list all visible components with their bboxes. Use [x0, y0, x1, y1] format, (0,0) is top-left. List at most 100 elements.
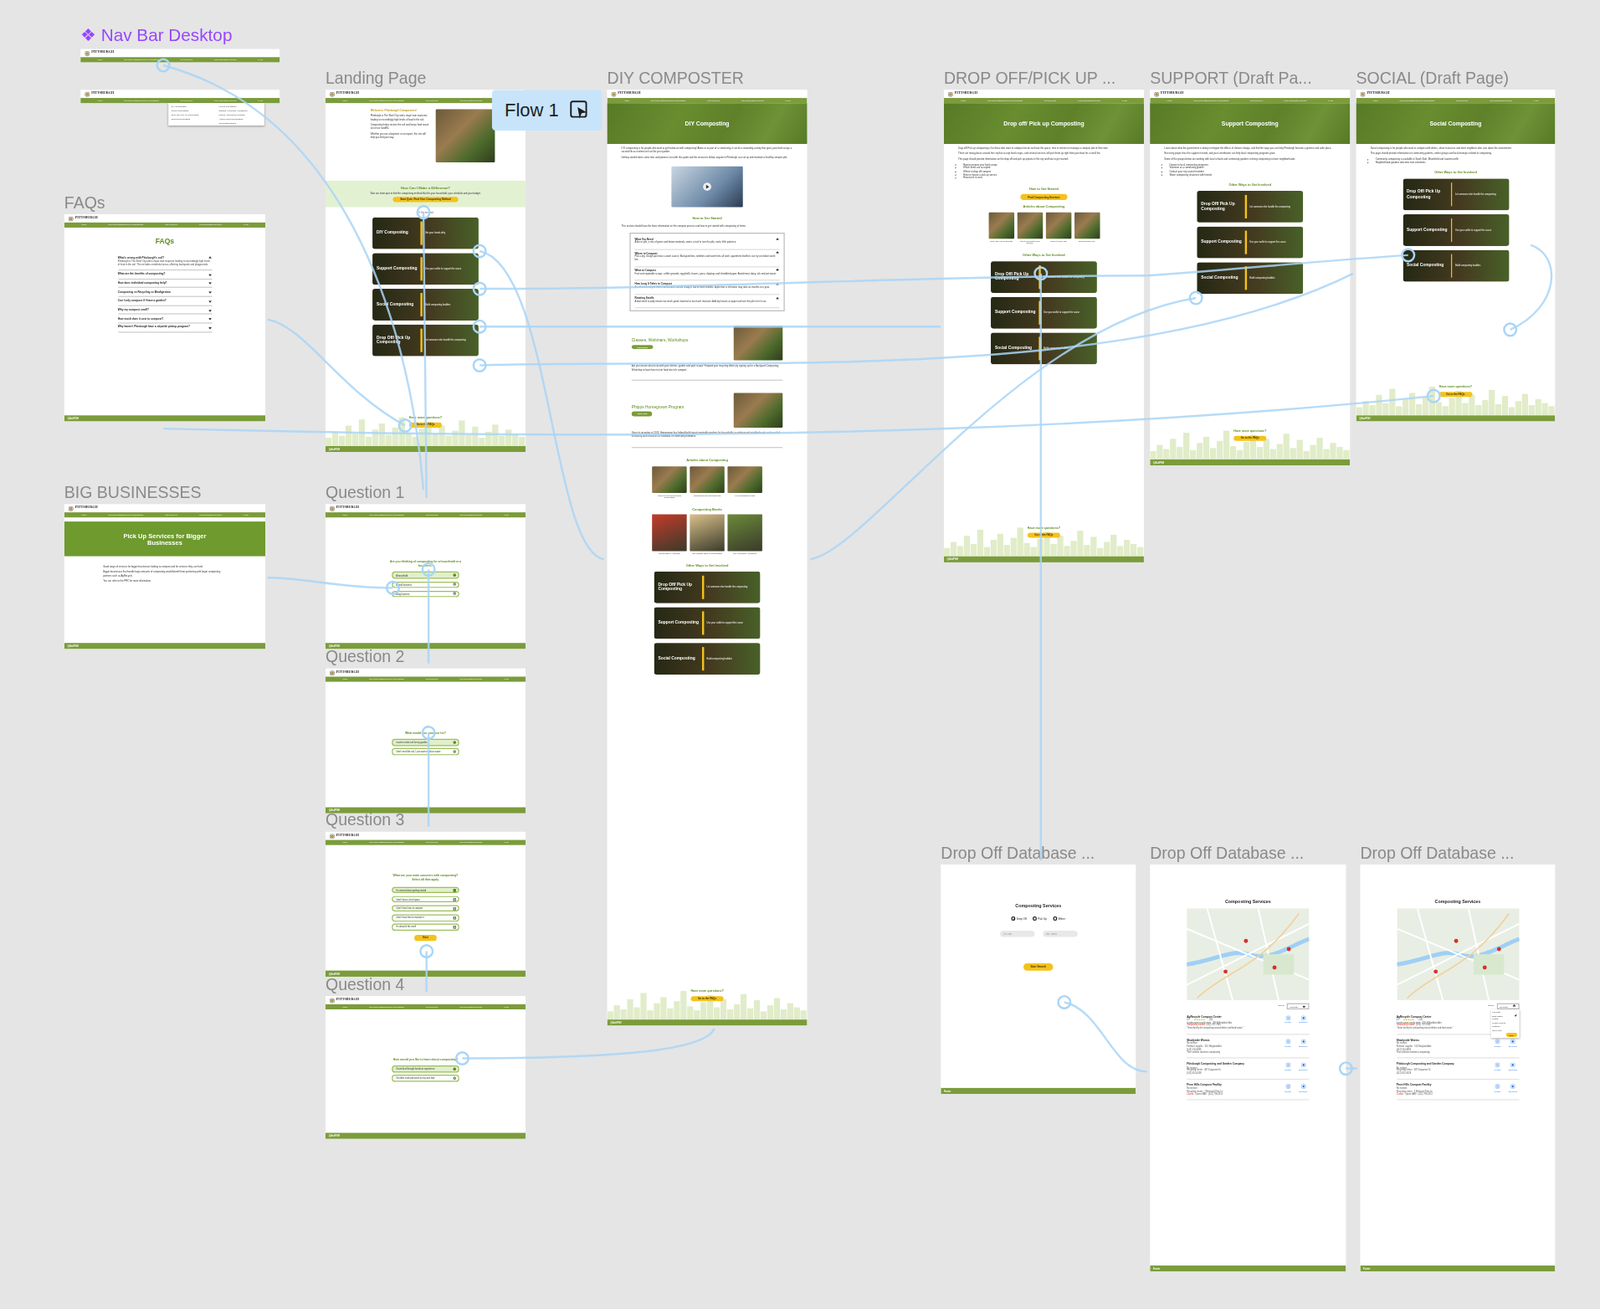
- frame-label[interactable]: Drop Off Database ...: [1359, 843, 1514, 862]
- chevron-icon[interactable]: [208, 299, 211, 303]
- book-item[interactable]: The Sibbald Book of Composting: [689, 514, 724, 555]
- chevron-icon[interactable]: [776, 297, 780, 300]
- involve-card[interactable]: DIY CompostingGet your hands dirty: [372, 217, 479, 250]
- frame[interactable]: PITTSBURGHHomeWhy Does Pittsburgh Need C…: [325, 995, 526, 1139]
- faq-button[interactable]: Go to the FAQs: [1233, 435, 1267, 442]
- radio-button[interactable]: [452, 592, 457, 596]
- frame[interactable]: PITTSBURGHHomeWhy Does Pittsburgh Need C…: [607, 89, 808, 1026]
- nav-link[interactable]: Get Involved ▾: [425, 1005, 439, 1008]
- directions-button[interactable]: Directions: [1297, 1015, 1310, 1024]
- involve-card[interactable]: Drop Off/ Pick Up CompostingLet someone …: [654, 571, 761, 604]
- nav-link[interactable]: Find Composting Services: [1489, 99, 1513, 102]
- nav-link[interactable]: FAQs: [503, 513, 509, 516]
- nav-link[interactable]: Find Composting Services: [1077, 99, 1101, 102]
- nav-link[interactable]: Find Composting Services: [459, 99, 483, 102]
- accordion-item[interactable]: How Long It Takes to CompostA well-balan…: [634, 281, 780, 296]
- frame[interactable]: PITTSBURGHHomeWhy Does Pittsburgh Need C…: [325, 668, 526, 814]
- nav-link[interactable]: Get Involved ▾: [180, 58, 194, 61]
- nav-link[interactable]: Why Does Pittsburgh Need Composting?: [1399, 99, 1435, 102]
- frame[interactable]: PITTSBURGHHomeWhy Does Pittsburgh Need C…: [1356, 89, 1556, 421]
- nav-link[interactable]: Home: [342, 841, 348, 843]
- radio-button[interactable]: [1052, 916, 1057, 920]
- frame-label[interactable]: SUPPORT (Draft Pa...: [1149, 69, 1312, 88]
- nav-link[interactable]: Home: [342, 677, 348, 680]
- answer-option[interactable]: I'm afraid of the smell: [391, 923, 459, 931]
- radio-button[interactable]: [452, 740, 457, 744]
- answer-option[interactable]: I don't need the soil, I just want to re…: [391, 748, 459, 755]
- nav-link[interactable]: Why Does Pittsburgh Need Composting?: [651, 99, 687, 102]
- nav-link[interactable]: Find Composting Services: [1284, 99, 1308, 102]
- involve-card[interactable]: Support CompostingUse your wallet to sup…: [654, 606, 761, 639]
- result-item[interactable]: Penn Hills Compost FacilityNo reviewsRec…: [1396, 1079, 1519, 1101]
- nav-link[interactable]: Why Does Pittsburgh Need Composting?: [107, 513, 144, 516]
- nav-link[interactable]: Get Involved ▾: [1456, 99, 1469, 102]
- nav-link[interactable]: Why Does Pittsburgh Need Composting?: [369, 99, 405, 102]
- faq-item[interactable]: Can I only compost if I have a garden?: [117, 297, 212, 307]
- chevron-icon[interactable]: [208, 326, 211, 329]
- search-button[interactable]: Start Search: [1023, 963, 1054, 971]
- faq-item[interactable]: What are the benefits of composting?: [117, 270, 212, 280]
- directions-button[interactable]: Directions: [1506, 1038, 1519, 1047]
- menu-item[interactable]: Support Composting: [171, 117, 215, 120]
- accordion-item[interactable]: Where to CompostPick a dry, shady spot n…: [634, 249, 780, 267]
- answer-option[interactable]: I don't have a lot of space: [391, 895, 459, 903]
- directions-button[interactable]: Directions: [1506, 1083, 1519, 1093]
- article-item[interactable]: Compost Bins 101: [1073, 211, 1099, 245]
- directions-button[interactable]: Directions: [1297, 1062, 1310, 1072]
- frame[interactable]: PITTSBURGHHomeWhy Does Pittsburgh Need C…: [64, 214, 266, 422]
- accordion-item[interactable]: What You NeedA bin or pile, a mix of gre…: [634, 235, 780, 251]
- frame-label[interactable]: Question 3: [325, 810, 405, 830]
- menu-item[interactable]: Phipps Homegrown Program: [219, 112, 262, 116]
- answer-option[interactable]: A small business: [391, 581, 459, 589]
- answer-option[interactable]: I want to make soil for my garden: [391, 738, 459, 746]
- radio-button[interactable]: [452, 574, 457, 578]
- menu-item[interactable]: Drop Off/ Pick Up Composting: [171, 112, 215, 116]
- frame-label[interactable]: SOCIAL (Draft Page): [1356, 69, 1510, 88]
- involve-card[interactable]: Social CompostingBuild composting buddie…: [1402, 250, 1509, 283]
- nav-link[interactable]: Find Composting Services: [214, 58, 237, 61]
- nav-link[interactable]: Get Involved ▾: [164, 224, 178, 226]
- result-item[interactable]: Pittsburgh Composting and Garden Company…: [1396, 1058, 1519, 1080]
- nav-link[interactable]: Why Does Pittsburgh Need Composting?: [369, 841, 405, 843]
- involve-card[interactable]: Support CompostingUse your wallet to sup…: [990, 296, 1098, 329]
- nav-bar-frame[interactable]: PITTSBURGHHomeWhy Does Pittsburgh Need C…: [80, 49, 280, 70]
- nav-link[interactable]: Find Composting Services: [199, 513, 222, 516]
- nav-link[interactable]: Home: [97, 58, 103, 61]
- nav-link[interactable]: Get Involved ▾: [1044, 99, 1057, 102]
- involve-card[interactable]: Drop Off/ Pick Up CompostingLet someone …: [1402, 179, 1509, 211]
- frame[interactable]: Composting ServicesSort byProximityProxi…: [1359, 864, 1555, 1272]
- sort-option[interactable]: Most reviewed: [1492, 1020, 1517, 1024]
- nav-link[interactable]: Why Does Pittsburgh Need Composting?: [1193, 99, 1229, 102]
- involve-card[interactable]: Social CompostingBuild composting buddie…: [372, 288, 479, 321]
- faq-item[interactable]: What's wrong with Pittsburgh's soil?Pitt…: [117, 253, 212, 271]
- frame[interactable]: Composting ServicesSort byProximityAgRec…: [1149, 864, 1346, 1272]
- chevron-icon[interactable]: [208, 290, 211, 293]
- involve-card[interactable]: Support CompostingUse your wallet to sup…: [1196, 226, 1303, 259]
- frame-label[interactable]: Drop Off Database ...: [940, 843, 1095, 862]
- frame-label[interactable]: Question 2: [325, 647, 405, 667]
- book-item[interactable]: Worms Eat My Garbage: [651, 514, 687, 555]
- nav-link[interactable]: FAQs: [785, 99, 791, 102]
- frame[interactable]: PITTSBURGHHomeWhy Does Pittsburgh Need C…: [64, 503, 266, 649]
- nav-link[interactable]: Home: [960, 99, 966, 102]
- directions-button[interactable]: Directions: [1297, 1083, 1310, 1093]
- website-button[interactable]: Website: [1491, 1038, 1504, 1047]
- nav-link[interactable]: Why Does Pittsburgh Need Composting?: [123, 58, 159, 61]
- article-item[interactable]: How to Compost Food Scraps: [1016, 211, 1042, 245]
- chevron-icon[interactable]: [208, 307, 211, 311]
- website-button[interactable]: Website: [1282, 1015, 1295, 1024]
- nav-link[interactable]: Find Composting Services: [214, 99, 237, 102]
- website-button[interactable]: Website: [1491, 1062, 1504, 1072]
- nav-link[interactable]: Find Composting Services: [199, 224, 222, 226]
- checkbox[interactable]: [452, 897, 457, 902]
- radio-option[interactable]: Either: [1052, 916, 1065, 920]
- zip-input[interactable]: [999, 930, 1034, 937]
- faq-item[interactable]: Composting vs Recycling vs Biodigestion: [117, 287, 212, 298]
- nav-link[interactable]: Get Involved ▾: [180, 99, 194, 102]
- checkbox[interactable]: [452, 916, 457, 920]
- chevron-icon[interactable]: [776, 269, 780, 272]
- faq-item[interactable]: Why haven't Pittsburgh have a citywide p…: [117, 323, 212, 334]
- nav-link[interactable]: FAQs: [503, 677, 509, 680]
- component-label[interactable]: ❖Nav Bar Desktop: [80, 25, 232, 46]
- directions-button[interactable]: Directions: [1506, 1062, 1519, 1072]
